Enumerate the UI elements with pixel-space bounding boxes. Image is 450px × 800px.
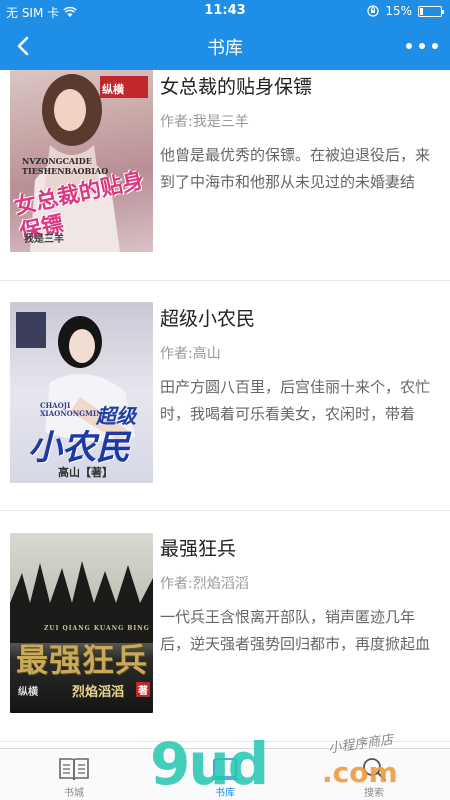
- battery-icon: [418, 5, 444, 17]
- book-open-icon: [59, 758, 89, 781]
- nav-bar: 书库: [0, 22, 450, 70]
- book-cover[interactable]: 纵横 NVZONGCAIDE TIESHENBAOBIAO 女总裁的贴身保镖 我…: [10, 70, 153, 252]
- book-title[interactable]: 超级小农民: [160, 306, 442, 332]
- divider: [0, 741, 450, 742]
- search-icon: [363, 758, 386, 781]
- tab-label: 书城: [64, 788, 84, 799]
- tab-bar: 书城 书库 搜索: [0, 748, 450, 800]
- cover-publisher: 纵横: [18, 687, 38, 698]
- status-bar: 无 SIM 卡 11:43 15%: [0, 0, 450, 22]
- book-item[interactable]: CHAOJI XIAONONGMIN 超级 小农民 高山【著】 超级小农民 作者…: [0, 281, 450, 510]
- bookshelf-icon: [212, 758, 238, 780]
- tab-library[interactable]: 书库: [185, 749, 265, 800]
- page-title: 书库: [207, 38, 243, 59]
- book-item[interactable]: ZUI QIANG KUANG BING 最强狂兵 纵横 烈焰滔滔 著 最强狂兵…: [0, 511, 450, 741]
- book-cover[interactable]: ZUI QIANG KUANG BING 最强狂兵 纵横 烈焰滔滔 著: [10, 533, 153, 713]
- more-dot-icon: [419, 43, 425, 49]
- tab-label: 搜索: [364, 788, 384, 799]
- book-title[interactable]: 最强狂兵: [160, 536, 442, 562]
- cover-author-suffix: 著: [136, 682, 150, 697]
- book-cover[interactable]: CHAOJI XIAONONGMIN 超级 小农民 高山【著】: [10, 302, 153, 483]
- cover-title: 最强狂兵: [16, 641, 149, 679]
- battery-level: [420, 7, 423, 15]
- cover-publisher: 纵横: [102, 83, 124, 96]
- more-dot-icon: [432, 43, 438, 49]
- cover-title: 小农民: [28, 428, 130, 468]
- tab-search[interactable]: 搜索: [334, 749, 414, 800]
- book-author: 作者:我是三羊: [160, 114, 249, 130]
- more-dot-icon: [406, 43, 412, 49]
- cover-pinyin: CHAOJI XIAONONGMIN: [40, 401, 103, 418]
- rotation-lock-icon: [367, 5, 379, 17]
- book-item[interactable]: 纵横 NVZONGCAIDE TIESHENBAOBIAO 女总裁的贴身保镖 我…: [0, 70, 450, 280]
- book-description: 他曾是最优秀的保镖。在被迫退役后，来到了中海市和他那从未见过的未婚妻结: [160, 146, 431, 191]
- book-author: 作者:高山: [160, 346, 221, 362]
- book-description: 田产方圆八百里，后宫佳丽十来个，农忙时，我喝着可乐看美女，农闲时，带着: [160, 378, 431, 423]
- battery-percent: 15%: [385, 4, 412, 18]
- cover-author: 我是三羊: [24, 234, 64, 245]
- cover-author: 烈焰滔滔: [72, 685, 125, 700]
- tab-bookcity[interactable]: 书城: [34, 749, 114, 800]
- tab-label: 书库: [215, 788, 235, 799]
- more-button[interactable]: [406, 34, 438, 58]
- cover-author: 高山【著】: [58, 466, 113, 479]
- cover-pinyin: ZUI QIANG KUANG BING: [44, 625, 150, 632]
- book-title[interactable]: 女总裁的贴身保镖: [160, 74, 442, 100]
- book-description: 一代兵王含恨离开部队，销声匿迹几年后，逆天强者强势回归都市，再度掀起血: [160, 608, 431, 653]
- book-author: 作者:烈焰滔滔: [160, 576, 249, 592]
